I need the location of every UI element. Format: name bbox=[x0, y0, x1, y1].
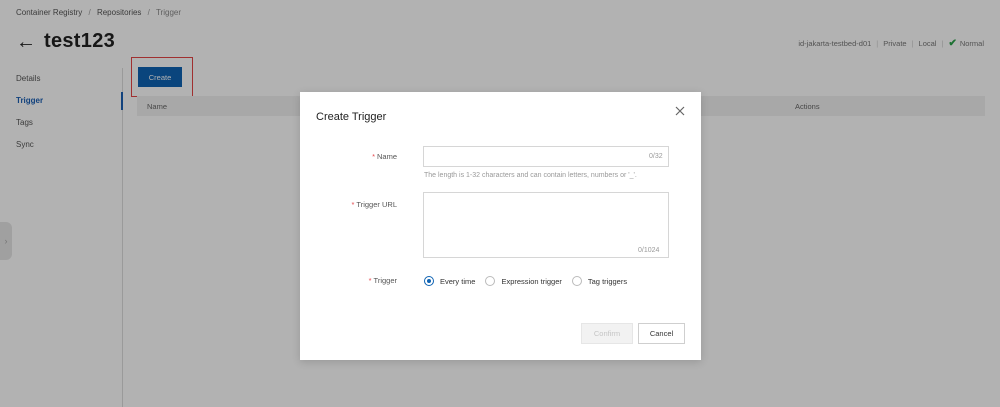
radio-unchecked-icon bbox=[485, 276, 496, 286]
dialog-title: Create Trigger bbox=[316, 111, 387, 123]
create-trigger-dialog: Create Trigger * Name 0/32 The length is … bbox=[300, 92, 701, 360]
close-icon[interactable] bbox=[673, 104, 687, 118]
radio-expression-trigger[interactable]: Expression trigger bbox=[485, 276, 562, 286]
radio-every-time[interactable]: Every time bbox=[424, 276, 475, 286]
name-input[interactable] bbox=[423, 146, 669, 167]
required-marker: * bbox=[368, 276, 372, 285]
cancel-button[interactable]: Cancel bbox=[638, 323, 685, 344]
name-label: * Name bbox=[372, 152, 397, 161]
trigger-url-char-counter: 0/1024 bbox=[638, 247, 660, 254]
required-marker: * bbox=[372, 152, 375, 161]
name-char-counter: 0/32 bbox=[649, 153, 663, 160]
trigger-url-textarea[interactable] bbox=[423, 192, 669, 258]
radio-tag-triggers[interactable]: Tag triggers bbox=[571, 276, 628, 286]
trigger-type-label: * Trigger bbox=[368, 276, 397, 285]
trigger-type-radio-group: Every time Expression trigger Tag trigge… bbox=[424, 276, 637, 286]
radio-unchecked-icon bbox=[571, 276, 582, 286]
required-marker: * bbox=[351, 200, 355, 209]
radio-checked-icon bbox=[424, 276, 434, 286]
radio-label: Every time bbox=[440, 276, 476, 286]
trigger-url-label: * Trigger URL bbox=[351, 200, 398, 209]
name-hint: The length is 1-32 characters and can co… bbox=[424, 172, 637, 179]
radio-label: Expression trigger bbox=[501, 276, 562, 286]
confirm-button[interactable]: Confirm bbox=[581, 323, 633, 344]
radio-label: Tag triggers bbox=[587, 276, 628, 286]
